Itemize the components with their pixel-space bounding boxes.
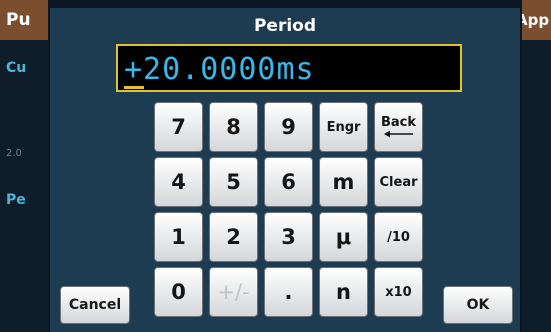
key-milli[interactable]: m: [319, 157, 368, 207]
background-title-text: Pu: [6, 10, 31, 30]
background-title-right-text: App: [522, 11, 550, 29]
key-9[interactable]: 9: [264, 102, 313, 152]
key-4[interactable]: 4: [154, 157, 203, 207]
background-panel-right: [522, 40, 551, 332]
background-label-period: Pe: [6, 192, 26, 208]
key-5[interactable]: 5: [209, 157, 258, 207]
cancel-button[interactable]: Cancel: [60, 286, 130, 324]
key-7[interactable]: 7: [154, 102, 203, 152]
key-nano[interactable]: n: [319, 267, 368, 317]
entry-cursor: [124, 86, 144, 89]
background-value: 2.0: [6, 148, 22, 159]
key-0[interactable]: 0: [154, 267, 203, 317]
ok-button[interactable]: OK: [443, 286, 513, 324]
numeric-entry-dialog: Period +20.0000ms 7 8 9 Engr Back 4 5 6 …: [48, 8, 522, 332]
key-micro[interactable]: μ: [319, 212, 368, 262]
background-title-bar-right: App: [522, 0, 551, 40]
background-title-bar-left: Pu: [0, 0, 48, 40]
dialog-title: Period: [253, 16, 317, 36]
key-6[interactable]: 6: [264, 157, 313, 207]
key-clear[interactable]: Clear: [374, 157, 423, 207]
value-entry-field[interactable]: +20.0000ms: [116, 44, 462, 92]
key-2[interactable]: 2: [209, 212, 258, 262]
back-arrow-icon: [383, 130, 413, 138]
key-back[interactable]: Back: [374, 102, 423, 152]
key-decimal-point[interactable]: .: [264, 267, 313, 317]
background-panel-left: [0, 40, 48, 332]
background-label-current: Cu: [6, 60, 27, 76]
key-divide-10[interactable]: /10: [374, 212, 423, 262]
key-3[interactable]: 3: [264, 212, 313, 262]
key-back-label: Back: [380, 115, 417, 130]
key-plus-minus[interactable]: +/-: [209, 267, 258, 317]
key-8[interactable]: 8: [209, 102, 258, 152]
entry-value-text: +20.0000ms: [124, 52, 315, 87]
key-1[interactable]: 1: [154, 212, 203, 262]
key-times-10[interactable]: x10: [374, 267, 423, 317]
key-engr[interactable]: Engr: [319, 102, 368, 152]
